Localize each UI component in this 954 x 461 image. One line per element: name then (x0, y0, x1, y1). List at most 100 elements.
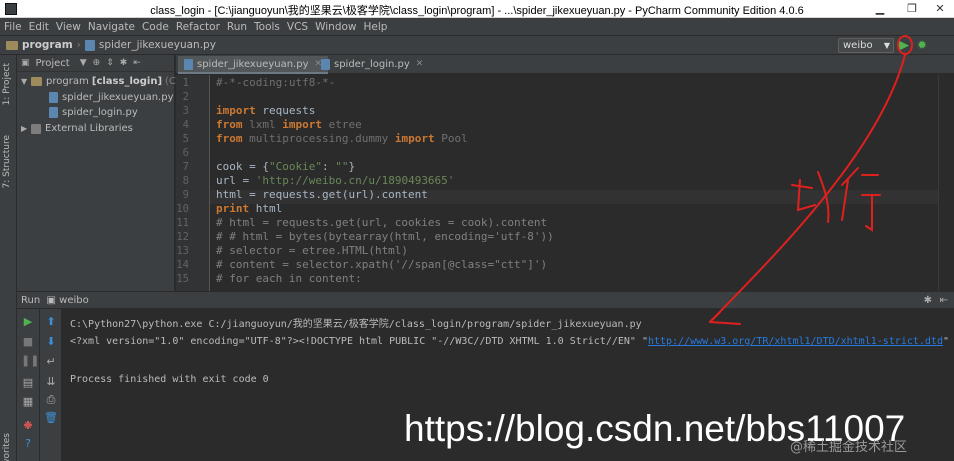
code-editor[interactable]: #-*-coding:utf8-*- import requests from lx… (210, 75, 938, 291)
bug-icon: ✹ (917, 38, 928, 52)
menu-run[interactable]: Run (227, 21, 247, 33)
menu-edit[interactable]: Edit (29, 21, 49, 33)
code-line: html = requests.get(url).content (216, 188, 428, 201)
line-number: 15 (176, 273, 189, 285)
tab-spider-jikexueyuan[interactable]: spider_jikexueyuan.py ✕ (178, 56, 329, 74)
line-number: 2 (182, 91, 189, 103)
close-icon[interactable]: ✕ (416, 59, 424, 69)
line-number: 5 (182, 133, 189, 145)
title-bar: class_login - [C:\jianguoyun\我的坚果云\极客学院\… (0, 0, 954, 18)
project-tool-tab[interactable]: 1: Project (2, 63, 12, 105)
menu-view[interactable]: View (56, 21, 81, 33)
run-configuration-select[interactable]: weibo ▼ (838, 38, 894, 53)
minimize-button[interactable]: ▁ (866, 0, 894, 17)
debug-button[interactable]: ✹ (917, 38, 931, 53)
code-line: from lxml import etree (216, 118, 362, 131)
code-line: # selector = etree.HTML(html) (216, 244, 409, 257)
trash-icon[interactable]: 🗑 (44, 411, 58, 425)
locate-icon[interactable]: ⊕ (93, 58, 101, 68)
menu-code[interactable]: Code (142, 21, 169, 33)
tree-item-program[interactable]: ▼ program [class_login] (C:\jia (21, 74, 194, 89)
arrow-down-icon[interactable]: ⬇ (44, 335, 58, 349)
expand-arrow-icon[interactable]: ▶ (21, 124, 31, 133)
tree-item-label: spider_login.py (62, 107, 138, 118)
breadcrumb: program › spider_jikexueyuan.py (6, 39, 216, 51)
play-icon: ▶ (899, 38, 909, 53)
run-panel-title: Run ▣ weibo (21, 295, 89, 306)
run-button[interactable]: ▶ (899, 38, 913, 53)
breadcrumb-file[interactable]: spider_jikexueyuan.py (99, 39, 216, 51)
editor-scrollbar[interactable] (938, 75, 954, 291)
python-file-icon (321, 59, 330, 70)
folder-icon (6, 40, 18, 50)
line-number: 4 (182, 119, 189, 131)
scroll-end-icon[interactable]: ⇊ (44, 375, 58, 389)
python-file-icon (84, 39, 95, 51)
tree-item-spider-jikexueyuan[interactable]: spider_jikexueyuan.py (49, 90, 174, 105)
tab-label: spider_login.py (334, 59, 410, 70)
code-line: from multiprocessing.dummy import Pool (216, 132, 468, 145)
code-line: # for each in content: (216, 272, 362, 285)
python-file-icon (184, 59, 193, 70)
gear-icon[interactable]: ✱ (120, 58, 128, 68)
structure-tool-tab[interactable]: 7: Structure (2, 135, 12, 189)
collapse-icon[interactable]: ⇕ (106, 58, 114, 68)
breadcrumb-program[interactable]: program (22, 39, 73, 51)
maximize-button[interactable]: ❐ (898, 0, 926, 17)
chevron-down-icon[interactable]: ▼ (80, 58, 87, 68)
python-file-icon (49, 107, 58, 118)
tab-label: spider_jikexueyuan.py (197, 59, 309, 70)
editor-gutter: 1 2 3 4 5 6 7 8 9 10 11 12 13 14 15 (176, 75, 210, 291)
arrow-up-icon[interactable]: ⬆ (44, 315, 58, 329)
favorites-tool-tab[interactable]: Favorites (2, 433, 12, 461)
print-icon[interactable]: ⎙ (44, 393, 58, 407)
navigation-bar: program › spider_jikexueyuan.py weibo ▼ … (0, 35, 954, 55)
tree-item-label: spider_jikexueyuan.py (62, 92, 174, 103)
run-toolbar-primary: ▶ ■ ❚❚ ▤ ▦ ✚ ✕ ? (17, 309, 39, 461)
folder-icon (31, 77, 42, 86)
pause-icon[interactable]: ❚❚ (21, 354, 39, 368)
menu-navigate[interactable]: Navigate (88, 21, 135, 33)
dump-threads-icon[interactable]: ▦ (21, 395, 35, 409)
pin-icon[interactable]: ⇤ (940, 295, 948, 306)
tree-item-spider-login[interactable]: spider_login.py (49, 105, 138, 120)
menu-refactor[interactable]: Refactor (176, 21, 220, 33)
line-number: 11 (176, 217, 189, 229)
left-tool-strip: 1: Project 7: Structure Favorites (0, 55, 17, 461)
line-number: 8 (182, 175, 189, 187)
menu-help[interactable]: Help (364, 21, 388, 33)
menu-vcs[interactable]: VCS (287, 21, 308, 33)
code-line: #-*-coding:utf8-*- (216, 76, 336, 89)
tab-spider-login[interactable]: spider_login.py ✕ (315, 56, 429, 74)
menu-tools[interactable]: Tools (254, 21, 280, 33)
code-line: import requests (216, 104, 316, 117)
rerun-icon[interactable]: ▶ (21, 315, 35, 329)
help-icon[interactable]: ? (21, 437, 35, 451)
expand-arrow-icon[interactable]: ▼ (21, 77, 31, 86)
run-toolbar-secondary: ⬆ ⬇ ↵ ⇊ ⎙ 🗑 (40, 309, 62, 461)
tree-item-label: program (46, 76, 89, 87)
menu-window[interactable]: Window (315, 21, 356, 33)
gear-icon[interactable]: ✱ (924, 295, 932, 306)
console-command-line: C:\Python27\python.exe C:/jianguoyun/我的坚… (70, 319, 642, 330)
editor-tab-bar: spider_jikexueyuan.py ✕ spider_login.py … (176, 55, 954, 74)
menu-file[interactable]: File (4, 21, 22, 33)
layout-icon[interactable]: ▤ (21, 376, 35, 390)
stop-icon[interactable]: ■ (21, 335, 35, 349)
project-view-icon: ▣ (21, 58, 30, 68)
project-view-select[interactable]: Project (36, 58, 70, 69)
project-panel-header: ▣ Project ▼ ⊕ ⇕ ✱ ⇤ (17, 55, 174, 72)
run-config-label: weibo (843, 40, 873, 51)
soft-wrap-icon[interactable]: ↵ (44, 355, 58, 369)
close-run-icon[interactable]: ✕ (21, 419, 35, 433)
tree-item-external-libraries[interactable]: ▶ External Libraries (21, 121, 133, 136)
console-link[interactable]: http://www.w3.org/TR/xhtml1/DTD/xhtml1-s… (648, 336, 943, 347)
hide-icon[interactable]: ⇤ (133, 58, 141, 68)
console-exit-line: Process finished with exit code 0 (70, 374, 269, 385)
line-number: 6 (182, 147, 189, 159)
library-icon (31, 123, 41, 134)
code-line: # content = selector.xpath('//span[@clas… (216, 258, 548, 271)
tree-item-project-name: [class_login] (91, 76, 163, 87)
close-button[interactable]: ✕ (926, 0, 954, 17)
watermark-sub: @稀土掘金技术社区 (790, 440, 908, 455)
